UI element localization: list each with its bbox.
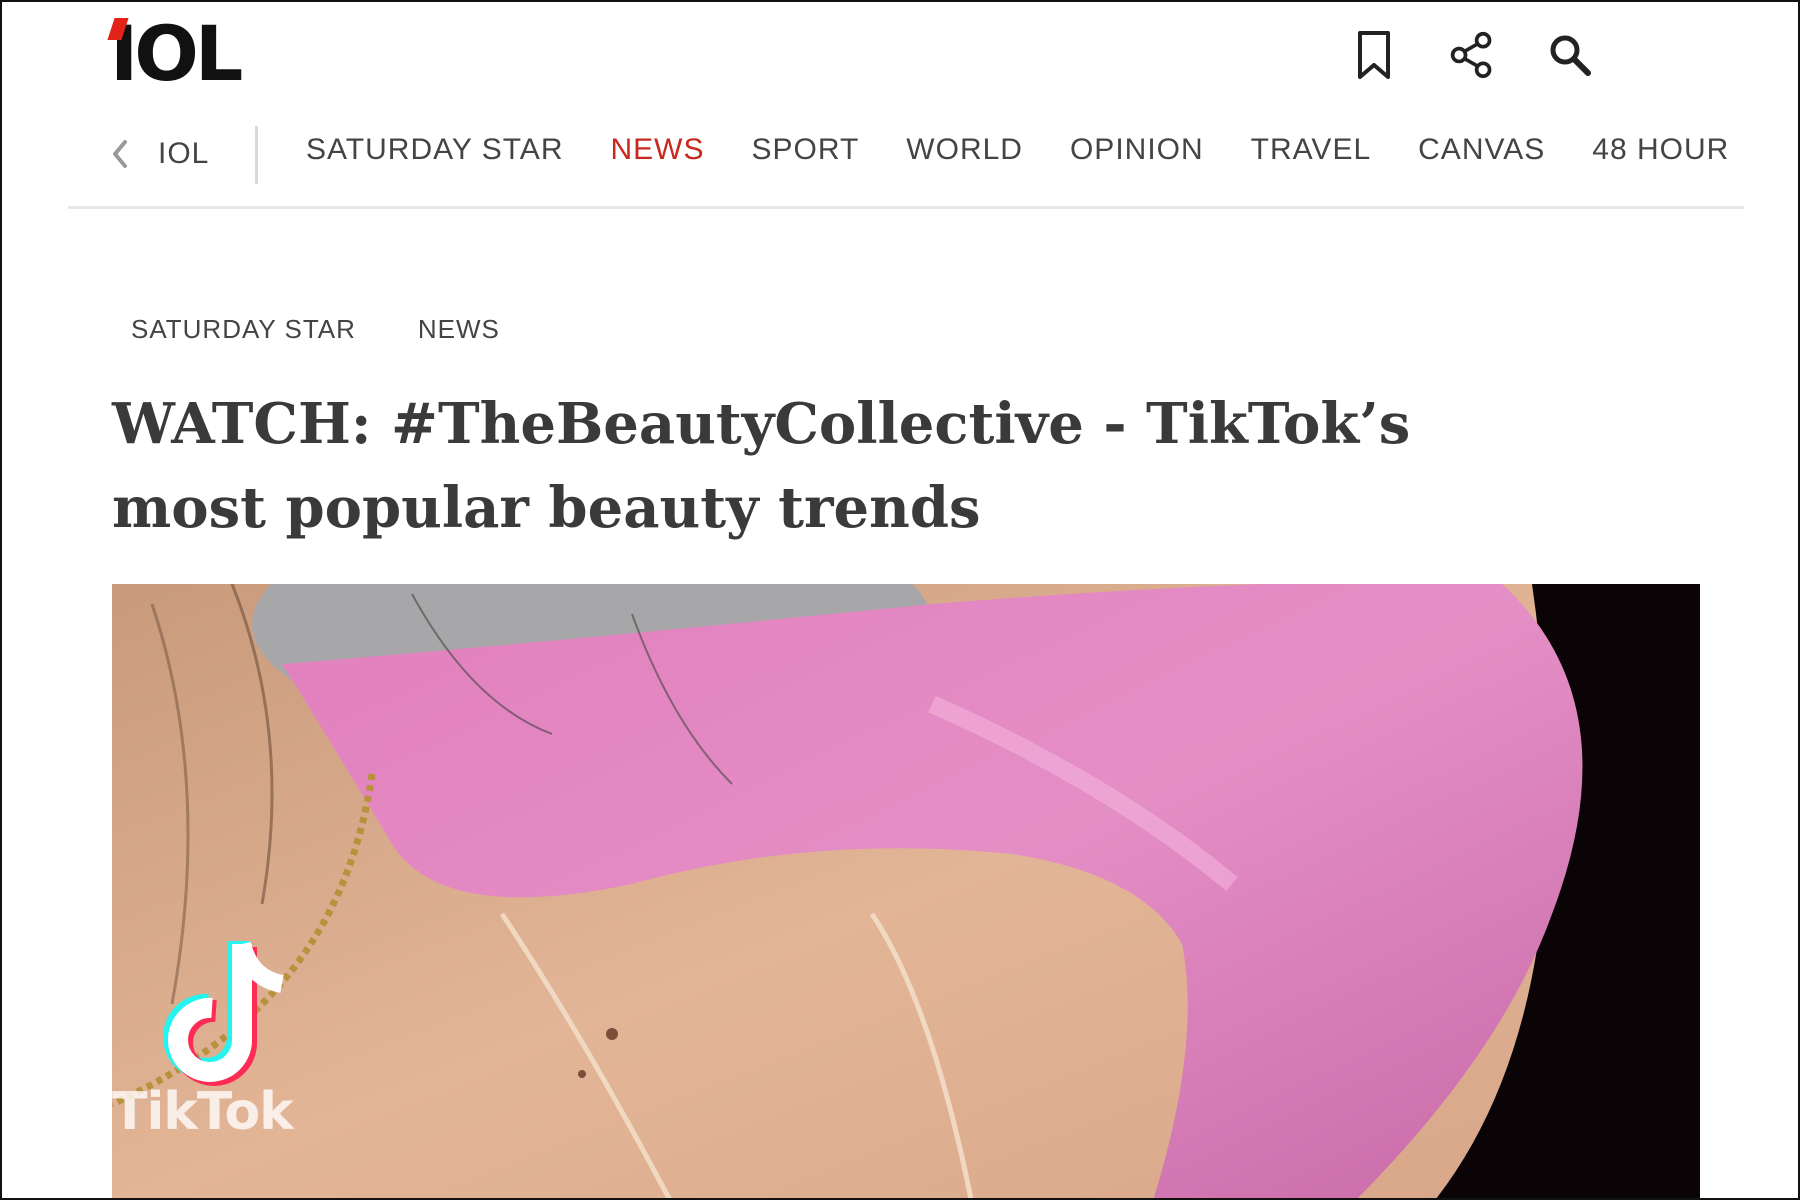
chevron-left-icon bbox=[113, 140, 127, 168]
nav-items: SATURDAY STAR NEWS SPORT WORLD OPINION T… bbox=[306, 128, 1729, 172]
hero-video-thumbnail[interactable]: TikTok bbox=[112, 584, 1700, 1198]
tiktok-watermark: TikTok bbox=[112, 1082, 294, 1142]
bookmark-icon bbox=[1358, 31, 1390, 79]
nav-back-button[interactable] bbox=[106, 134, 134, 174]
category-saturday-star[interactable]: SATURDAY STAR bbox=[131, 314, 356, 345]
search-button[interactable] bbox=[1546, 28, 1594, 82]
nav-item-opinion[interactable]: OPINION bbox=[1070, 128, 1204, 172]
article-categories: SATURDAY STAR NEWS bbox=[131, 314, 500, 345]
nav-divider bbox=[255, 126, 258, 184]
nav-item-news[interactable]: NEWS bbox=[610, 128, 704, 172]
header-actions bbox=[1350, 28, 1594, 82]
article-headline: WATCH: #TheBeautyCollective - TikTok’s m… bbox=[112, 391, 1411, 541]
bookmark-button[interactable] bbox=[1350, 28, 1398, 82]
logo-text: IOL bbox=[110, 9, 243, 98]
browser-frame: IOL IOL SATURDAY STAR NEWS SPORT WORLD O… bbox=[0, 0, 1800, 1200]
hero-image bbox=[112, 584, 1700, 1198]
nav-item-world[interactable]: WORLD bbox=[906, 128, 1023, 172]
main-nav: IOL SATURDAY STAR NEWS SPORT WORLD OPINI… bbox=[68, 114, 1744, 209]
nav-item-sport[interactable]: SPORT bbox=[751, 128, 859, 172]
share-icon bbox=[1450, 31, 1492, 79]
nav-item-travel[interactable]: TRAVEL bbox=[1251, 128, 1371, 172]
iol-logo[interactable]: IOL bbox=[110, 16, 243, 92]
nav-item-saturday-star[interactable]: SATURDAY STAR bbox=[306, 128, 563, 172]
category-news[interactable]: NEWS bbox=[418, 314, 500, 345]
search-icon bbox=[1550, 35, 1591, 76]
nav-item-48-hour[interactable]: 48 HOUR bbox=[1592, 128, 1729, 172]
nav-item-canvas[interactable]: CANVAS bbox=[1418, 128, 1545, 172]
share-button[interactable] bbox=[1448, 28, 1496, 82]
nav-home-link[interactable]: IOL bbox=[158, 134, 209, 174]
